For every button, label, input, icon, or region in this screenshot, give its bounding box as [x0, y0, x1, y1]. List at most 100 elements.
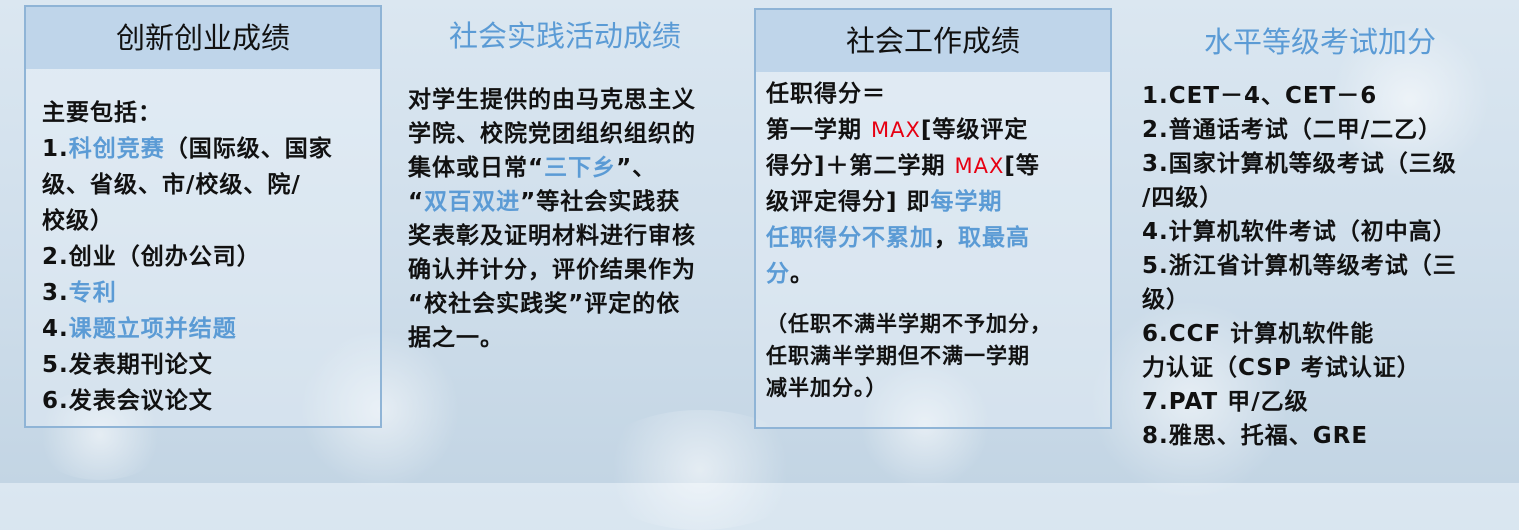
highlight-text: 分 [766, 261, 790, 287]
text-line: 集体或日常“三下乡”、 [408, 151, 730, 185]
text-segment: 2.普通话考试（二甲/二乙） [1142, 117, 1443, 143]
text-segment: 6.发表会议论文 [42, 388, 213, 414]
text-segment: 主要包括： [42, 100, 162, 126]
text-segment: 6.CCF 计算机软件能 [1142, 321, 1375, 347]
text-line: 对学生提供的由马克思主义 [408, 83, 730, 117]
text-segment: 力认证（CSP 考试认证） [1142, 355, 1421, 381]
text-segment: ”、 [616, 155, 657, 181]
panel-social-work-note: （任职不满半学期不予加分， 任职满半学期但不满一学期 减半加分。） [766, 308, 1108, 404]
text-line: /四级） [1142, 181, 1508, 215]
text-line: 任职得分不累加，取最高 [766, 220, 1108, 256]
text-segment: 4. [42, 316, 69, 342]
text-line: 6.CCF 计算机软件能 [1142, 317, 1508, 351]
text-line: 4.课题立项并结题 [42, 311, 378, 347]
text-line: 主要包括： [42, 95, 378, 131]
panel-social-practice: 社会实践活动成绩 对学生提供的由马克思主义 学院、校院党团组织组织的 集体或日常“三… [400, 5, 730, 428]
text-line: 力认证（CSP 考试认证） [1142, 351, 1508, 385]
panel-level-exams-body: 1.CET－4、CET－6 2.普通话考试（二甲/二乙） 3.国家计算机等级考试（三… [1142, 79, 1508, 453]
highlight-text: 取最高 [958, 225, 1030, 251]
text-line: “校社会实践奖”评定的依 [408, 287, 730, 321]
panel-innovation-title: 创新创业成绩 [26, 7, 380, 69]
text-segment: 级评定得分] 即 [766, 189, 931, 215]
text-line: 6.发表会议论文 [42, 383, 378, 419]
text-segment: 4.计算机软件考试（初中高） [1142, 219, 1457, 245]
text-segment: （国际级、国家 [164, 136, 333, 162]
panel-level-exams-title: 水平等级考试加分 [1203, 25, 1436, 59]
max-label: MAX [954, 154, 1005, 178]
text-segment: [等级评定 [920, 117, 1029, 143]
text-line: 确认并计分，评价结果作为 [408, 253, 730, 287]
text-line: 得分]＋第二学期 MAX[等 [766, 148, 1108, 184]
text-line: 级评定得分] 即每学期 [766, 184, 1108, 220]
text-segment: 1.CET－4、CET－6 [1142, 83, 1378, 109]
text-line: “双百双进”等社会实践获 [408, 185, 730, 219]
text-segment: 2.创业（创办公司） [42, 244, 261, 270]
panel-level-exams: 水平等级考试加分 1.CET－4、CET－6 2.普通话考试（二甲/二乙） 3.国家… [1130, 5, 1510, 475]
text-segment: 集体或日常“ [408, 155, 545, 181]
panel-social-practice-body: 对学生提供的由马克思主义 学院、校院党团组织组织的 集体或日常“三下乡”、 “双百双进… [408, 83, 730, 355]
panel-social-work-body: 任职得分＝ 第一学期 MAX[等级评定 得分]＋第二学期 MAX[等 级评定得分] 即… [766, 76, 1108, 292]
panel-innovation-body: 主要包括： 1.科创竞赛（国际级、国家级、省级、市/校级、院/校级） 2.创业（创办… [42, 95, 378, 419]
panel-social-work: 社会工作成绩 任职得分＝ 第一学期 MAX[等级评定 得分]＋第二学期 MAX[等级… [754, 8, 1112, 429]
note-line: （任职不满半学期不予加分， [766, 312, 1052, 336]
highlight-text: 三下乡 [544, 155, 617, 181]
highlight-text: 科创竞赛 [68, 136, 165, 162]
text-segment: ， [934, 225, 958, 251]
text-line: 7.PAT 甲/乙级 [1142, 385, 1508, 419]
text-segment: ”等社会实践获 [520, 189, 681, 215]
text-line: 4.计算机软件考试（初中高） [1142, 215, 1508, 249]
text-line: 据之一。 [408, 321, 730, 355]
text-line: 3.国家计算机等级考试（三级 [1142, 147, 1508, 181]
panel-innovation: 创新创业成绩 主要包括： 1.科创竞赛（国际级、国家级、省级、市/校级、院/校级）… [24, 5, 382, 428]
text-segment: “校社会实践奖”评定的依 [408, 291, 681, 317]
text-line: 1.科创竞赛（国际级、国家 [42, 131, 378, 167]
text-line: 分。 [766, 256, 1108, 292]
text-line: 第一学期 MAX[等级评定 [766, 112, 1108, 148]
text-line: 级、省级、市/校级、院/ [42, 167, 378, 203]
text-line: 2.创业（创办公司） [42, 239, 378, 275]
text-line: 5.发表期刊论文 [42, 347, 378, 383]
text-segment: 据之一。 [408, 325, 504, 351]
text-line: 级） [1142, 283, 1508, 317]
text-segment: 3.国家计算机等级考试（三级 [1142, 151, 1457, 177]
text-segment: 级） [1142, 287, 1190, 313]
text-line: 3.专利 [42, 275, 378, 311]
note-line: 任职满半学期但不满一学期 [766, 344, 1030, 368]
text-segment: 级、省级、市/校级、院/ [42, 172, 301, 198]
note-line: 减半加分。） [766, 376, 888, 400]
text-segment: 确认并计分，评价结果作为 [408, 257, 696, 283]
text-line: 8.雅思、托福、GRE [1142, 419, 1508, 453]
text-segment: 7.PAT 甲/乙级 [1142, 389, 1309, 415]
text-segment: 。 [790, 261, 814, 287]
text-segment: 奖表彰及证明材料进行审核 [408, 223, 696, 249]
panel-social-work-title: 社会工作成绩 [756, 10, 1110, 72]
text-segment: 5.发表期刊论文 [42, 352, 213, 378]
text-line: 学院、校院党团组织组织的 [408, 117, 730, 151]
text-segment: 学院、校院党团组织组织的 [408, 121, 696, 147]
text-line: 1.CET－4、CET－6 [1142, 79, 1508, 113]
highlight-text: 双百双进 [424, 189, 521, 215]
text-line: 5.浙江省计算机等级考试（三 [1142, 249, 1508, 283]
panel-social-practice-title: 社会实践活动成绩 [448, 19, 681, 53]
text-segment: 校级） [42, 208, 114, 234]
highlight-text: 专利 [68, 280, 117, 306]
highlight-text: 任职得分不累加 [766, 225, 934, 251]
text-segment: 得分]＋第二学期 [766, 153, 955, 179]
text-line: 任职得分＝ [766, 76, 1108, 112]
max-label: MAX [871, 118, 921, 142]
text-segment: 1. [42, 136, 69, 162]
text-segment: [等 [1004, 153, 1040, 179]
text-segment: 第一学期 [766, 117, 872, 143]
text-segment: 5.浙江省计算机等级考试（三 [1142, 253, 1457, 279]
text-segment: /四级） [1142, 185, 1224, 211]
text-line: 校级） [42, 203, 378, 239]
highlight-text: 每学期 [930, 189, 1003, 215]
text-segment: “ [408, 189, 425, 215]
text-line: 2.普通话考试（二甲/二乙） [1142, 113, 1508, 147]
highlight-text: 课题立项并结题 [68, 316, 237, 342]
text-segment: 任职得分＝ [766, 81, 886, 107]
text-segment: 对学生提供的由马克思主义 [408, 87, 696, 113]
text-line: 奖表彰及证明材料进行审核 [408, 219, 730, 253]
text-segment: 3. [42, 280, 69, 306]
text-segment: 8.雅思、托福、GRE [1142, 423, 1369, 449]
